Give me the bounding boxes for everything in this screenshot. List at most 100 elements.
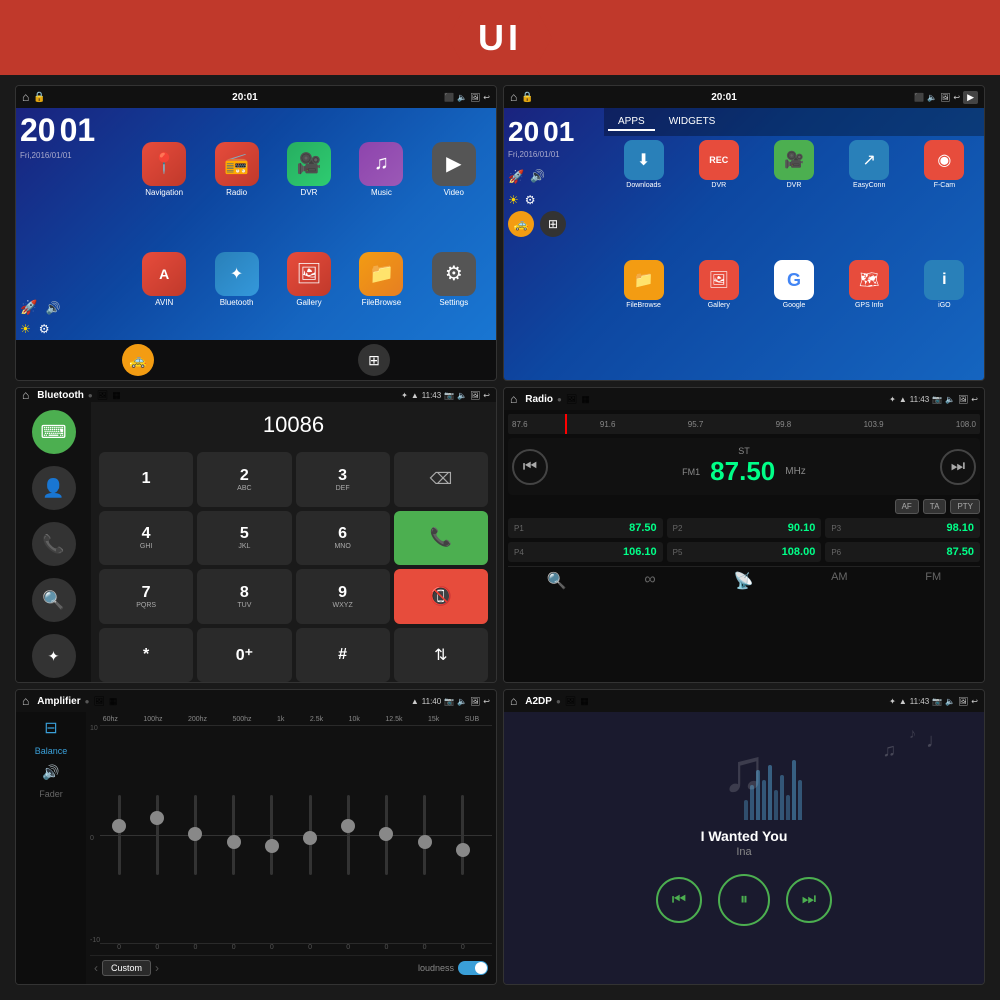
- app2-igo[interactable]: i iGO: [909, 260, 980, 376]
- key-2[interactable]: 2ABC: [197, 452, 291, 507]
- eq-preset-nav: ‹ Custom ›: [94, 960, 159, 976]
- eq-slider-1k[interactable]: [270, 795, 273, 875]
- eq-slider-200hz[interactable]: [194, 795, 197, 875]
- radio-af-btn[interactable]: AF: [895, 499, 919, 514]
- bt-bluetooth-btn[interactable]: ✦: [32, 634, 76, 678]
- apps-grid-icon[interactable]: ⊞: [540, 211, 566, 237]
- eq-next-btn[interactable]: ›: [155, 961, 159, 975]
- eq-preset-label[interactable]: Custom: [102, 960, 151, 976]
- radio-ta-btn[interactable]: TA: [923, 499, 947, 514]
- app-radio[interactable]: 📻 Radio: [202, 116, 270, 222]
- prev-track-btn[interactable]: ⏮: [656, 877, 702, 923]
- eq-slider-60hz[interactable]: [118, 795, 121, 875]
- radio-next-btn[interactable]: ⏭: [940, 449, 976, 485]
- key-1[interactable]: 1: [99, 452, 193, 507]
- bt-keypad-btn[interactable]: ⌨: [32, 410, 76, 454]
- key-6[interactable]: 6MNO: [296, 511, 390, 566]
- bt-contacts-btn[interactable]: 👤: [32, 466, 76, 510]
- balance-label[interactable]: Balance: [35, 746, 68, 756]
- radio-bookmark-icon[interactable]: ∞: [644, 571, 655, 591]
- grid-icon[interactable]: ⊞: [358, 344, 390, 376]
- key-del[interactable]: ⌫: [394, 452, 488, 507]
- radio-prev-btn[interactable]: ⏮: [512, 449, 548, 485]
- taxi-icon[interactable]: 🚕: [122, 344, 154, 376]
- fader-label[interactable]: Fader: [39, 789, 63, 799]
- eq-prev-btn[interactable]: ‹: [94, 961, 98, 975]
- app-dvr[interactable]: 🎥 DVR: [275, 116, 343, 222]
- radio-am-btn[interactable]: AM: [831, 571, 848, 591]
- key-8[interactable]: 8TUV: [197, 569, 291, 624]
- key-swap[interactable]: ⇅: [394, 628, 488, 683]
- fb-label: FileBrowse: [362, 298, 402, 307]
- key-7[interactable]: 7PQRS: [99, 569, 193, 624]
- app2-easyconn[interactable]: ↗ EasyConn: [834, 140, 905, 256]
- eq-slider-100hz[interactable]: [156, 795, 159, 875]
- key-9[interactable]: 9WXYZ: [296, 569, 390, 624]
- loudness-label: loudness: [418, 963, 454, 973]
- app-music[interactable]: ♫ Music: [347, 116, 415, 222]
- eq-slider-2.5k[interactable]: [309, 795, 312, 875]
- preset-p4[interactable]: P4 106.10: [508, 542, 663, 562]
- preset-p3-label: P3: [831, 524, 841, 533]
- preset-p2[interactable]: P2 90.10: [667, 518, 822, 538]
- app2-google[interactable]: G Google: [758, 260, 829, 376]
- apps-taxi-icon[interactable]: 🚕: [508, 211, 534, 237]
- eq-sliders-icon[interactable]: ⊟: [44, 718, 57, 738]
- amp-vol-ctrl-icon[interactable]: 🔊: [42, 764, 59, 781]
- key-3[interactable]: 3DEF: [296, 452, 390, 507]
- key-4[interactable]: 4GHI: [99, 511, 193, 566]
- eq-slider-15k[interactable]: [423, 795, 426, 875]
- preset-p3[interactable]: P3 98.10: [825, 518, 980, 538]
- a2dp-visual: ♫ ♩ ♪ ♫: [512, 720, 976, 820]
- freq-108: 108.0: [956, 420, 976, 429]
- app-bluetooth[interactable]: ✦ Bluetooth: [202, 226, 270, 332]
- app-gallery[interactable]: 🖼 Gallery: [275, 226, 343, 332]
- preset-p1[interactable]: P1 87.50: [508, 518, 663, 538]
- app2-filebrowse[interactable]: 📁 FileBrowse: [608, 260, 679, 376]
- eq-slider-500hz[interactable]: [232, 795, 235, 875]
- app-video[interactable]: ▶ Video: [420, 116, 488, 222]
- loudness-toggle[interactable]: [458, 961, 488, 975]
- tab-widgets[interactable]: WIDGETS: [659, 114, 726, 131]
- radio-antenna-icon[interactable]: 📡: [734, 571, 754, 591]
- eq-slider-sub[interactable]: [461, 795, 464, 875]
- radio-fm-btn[interactable]: FM: [925, 571, 941, 591]
- tab-apps[interactable]: APPS: [608, 114, 655, 131]
- eq-slider-10k[interactable]: [347, 795, 350, 875]
- fcam-icon: ◉: [924, 140, 964, 180]
- music-icon: ♫: [359, 142, 403, 186]
- app2-downloads[interactable]: ⬇ Downloads: [608, 140, 679, 256]
- dvr-rec-icon: REC: [699, 140, 739, 180]
- bt-icon-indicator: ✦: [401, 391, 408, 400]
- eq-scale-10: 10: [90, 725, 98, 732]
- radio-time: 11:43: [910, 395, 929, 404]
- amp-time: 11:40: [422, 697, 441, 706]
- key-hash[interactable]: #: [296, 628, 390, 683]
- app2-fcam[interactable]: ◉ F-Cam: [909, 140, 980, 256]
- key-hangup[interactable]: 📵: [394, 569, 488, 624]
- key-star[interactable]: *: [99, 628, 193, 683]
- preset-p5[interactable]: P5 108.00: [667, 542, 822, 562]
- video-icon: ▶: [432, 142, 476, 186]
- preset-p6[interactable]: P6 87.50: [825, 542, 980, 562]
- apps-store-icon[interactable]: ▶: [963, 91, 978, 104]
- app-filebrowser[interactable]: 📁 FileBrowse: [347, 226, 415, 332]
- key-5[interactable]: 5JKL: [197, 511, 291, 566]
- bt-search-btn[interactable]: 🔍: [32, 578, 76, 622]
- app-settings[interactable]: ⚙ Settings: [420, 226, 488, 332]
- bt-recents-btn[interactable]: 📞: [32, 522, 76, 566]
- key-0[interactable]: 0⁺: [197, 628, 291, 683]
- eq-slider-12.5k[interactable]: [385, 795, 388, 875]
- app-navigation[interactable]: 📍 Navigation: [130, 116, 198, 222]
- app2-dvr2[interactable]: 🎥 DVR: [758, 140, 829, 256]
- amp-eq-panel: 60hz 100hz 200hz 500hz 1k 2.5k 10k 12.5k…: [86, 712, 496, 984]
- radio-search-icon[interactable]: 🔍: [547, 571, 567, 591]
- play-pause-btn[interactable]: ⏸: [718, 874, 770, 926]
- app-avin[interactable]: A AVIN: [130, 226, 198, 332]
- radio-pty-btn[interactable]: PTY: [950, 499, 980, 514]
- key-call[interactable]: 📞: [394, 511, 488, 566]
- app2-dvr-rec[interactable]: REC DVR: [683, 140, 754, 256]
- next-track-btn[interactable]: ⏭: [786, 877, 832, 923]
- app2-gpsinfo[interactable]: 🗺 GPS Info: [834, 260, 905, 376]
- app2-gallery[interactable]: 🖼 Gallery: [683, 260, 754, 376]
